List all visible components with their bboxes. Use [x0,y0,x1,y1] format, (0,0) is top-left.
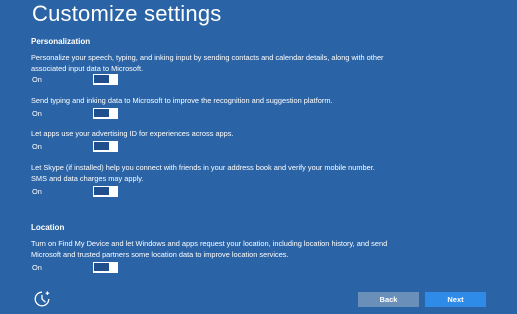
toggle-label: On [32,109,42,118]
toggle-track [94,263,109,271]
toggle-track [94,187,109,195]
toggle-track [94,142,109,150]
toggle-knob [111,263,117,271]
toggle-label: On [32,75,42,84]
setting-toggle-row-speech-typing: On [31,74,131,86]
toggle-knob [111,187,117,195]
toggle-switch-find-my-device[interactable] [93,262,118,273]
setting-toggle-row-skype: On [31,186,131,198]
toggle-knob [111,109,117,117]
ease-of-access-icon[interactable] [33,290,51,308]
page-title: Customize settings [32,1,222,26]
setting-toggle-row-advertising-id: On [31,141,131,153]
toggle-switch-speech-typing[interactable] [93,74,118,85]
setting-description-speech-typing: Personalize your speech, typing, and ink… [31,53,384,73]
setting-description-find-my-device: Turn on Find My Device and let Windows a… [31,239,388,259]
toggle-knob [111,142,117,150]
toggle-track [94,109,109,117]
next-button[interactable]: Next [425,292,486,307]
toggle-switch-advertising-id[interactable] [93,141,118,152]
toggle-label: On [32,142,42,151]
toggle-track [94,75,109,83]
toggle-label: On [32,187,42,196]
section-heading-location: Location [31,223,65,232]
section-heading-personalization: Personalization [31,37,91,46]
setting-description-inking-data: Send typing and inking data to Microsoft… [31,96,333,105]
toggle-switch-skype[interactable] [93,186,118,197]
toggle-knob [111,75,117,83]
setting-toggle-row-inking-data: On [31,108,131,120]
toggle-switch-inking-data[interactable] [93,108,118,119]
toggle-label: On [32,263,42,272]
back-button[interactable]: Back [358,292,419,307]
setting-description-advertising-id: Let apps use your advertising ID for exp… [31,129,234,138]
setting-description-skype: Let Skype (if installed) help you connec… [31,163,375,183]
setting-toggle-row-find-my-device: On [31,262,131,274]
